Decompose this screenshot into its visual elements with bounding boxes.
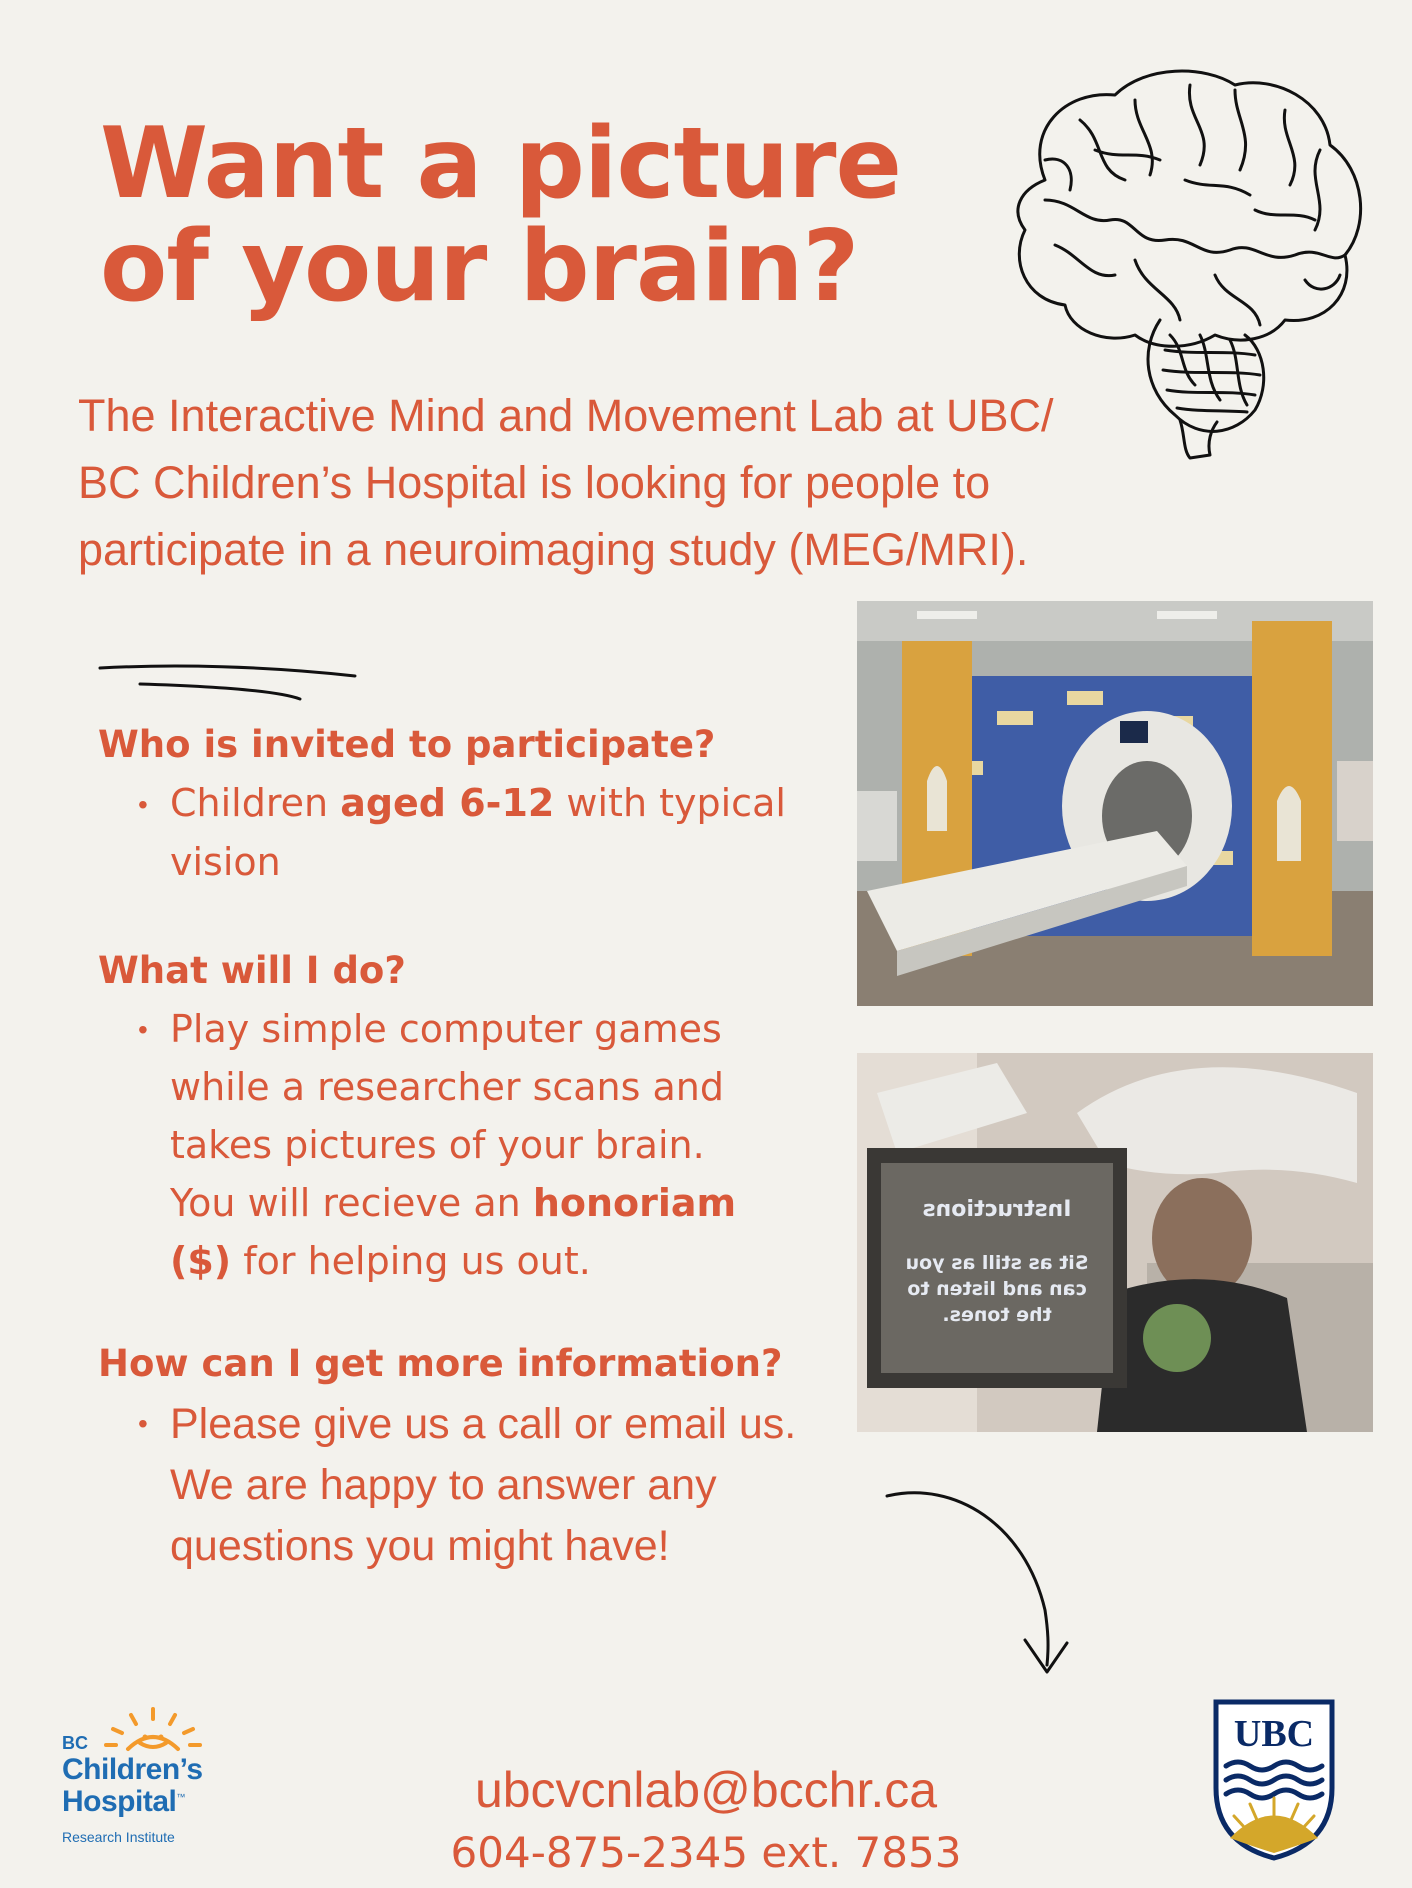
who-line-2: vision xyxy=(170,840,281,884)
ubc-logo: UBC xyxy=(1212,1698,1336,1862)
title-line-2: of your brain? xyxy=(100,210,859,324)
meg-child-photo: Instructions Sit as still as you can and… xyxy=(857,1053,1373,1432)
sun-icon xyxy=(104,1707,202,1751)
title-line-1: Want a picture xyxy=(100,107,902,221)
how-heading: How can I get more information? xyxy=(98,1342,783,1385)
how-line-2: We are happy to answer any xyxy=(170,1461,717,1509)
bcch-bc-text: BC xyxy=(62,1733,88,1753)
screen-line-1: Sit as still as you xyxy=(905,1252,1089,1274)
intro-line-2: BC Children’s Hospital is looking for pe… xyxy=(78,457,991,508)
what-heading: What will I do? xyxy=(98,949,406,992)
bullet-dot: • xyxy=(138,1408,148,1439)
screen-title: Instructions xyxy=(922,1197,1072,1222)
mirrored-instructions-screen: Instructions Sit as still as you can and… xyxy=(881,1163,1113,1373)
curved-arrow-icon xyxy=(885,1491,1069,1674)
bullet-dot: • xyxy=(138,789,148,820)
brush-stroke-decoration xyxy=(98,664,357,701)
what-line-2: while a researcher scans and xyxy=(170,1065,725,1109)
who-line-1: Children aged 6-12 with typical xyxy=(170,781,786,825)
screen-line-3: the tones. xyxy=(942,1304,1052,1326)
contact-phone[interactable]: 604-875-2345 ext. 7853 xyxy=(0,1832,1412,1874)
what-line-1: Play simple computer games xyxy=(170,1007,722,1051)
who-heading: Who is invited to participate? xyxy=(98,723,716,766)
screen-line-2: can and listen to xyxy=(907,1278,1087,1300)
bullet-dot: • xyxy=(138,1014,148,1045)
contact-email[interactable]: ubcvcnlab@bcchr.ca xyxy=(0,1765,1412,1815)
how-line-3: questions you might have! xyxy=(170,1522,670,1570)
what-line-4: You will recieve an honoriam xyxy=(170,1181,737,1225)
intro-line-3: participate in a neuroimaging study (MEG… xyxy=(78,524,1029,575)
what-line-3: takes pictures of your brain. xyxy=(170,1123,705,1167)
how-line-1: Please give us a call or email us. xyxy=(170,1400,797,1448)
mri-room-photo xyxy=(857,601,1373,1006)
what-line-5: ($) for helping us out. xyxy=(170,1239,591,1283)
ubc-text: UBC xyxy=(1233,1713,1315,1755)
intro-line-1: The Interactive Mind and Movement Lab at… xyxy=(78,390,1054,441)
